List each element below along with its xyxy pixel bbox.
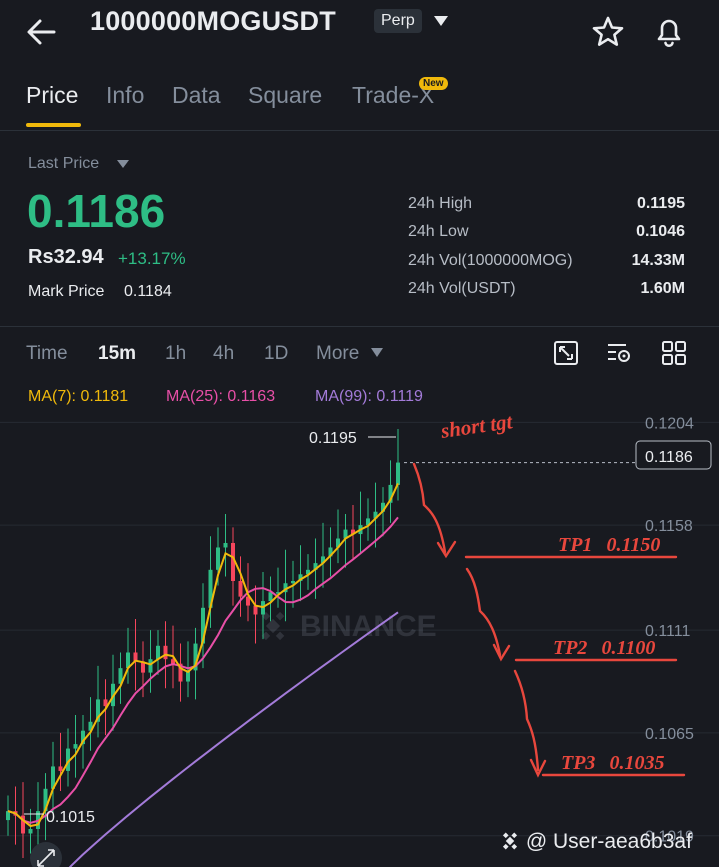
candle — [163, 645, 168, 660]
tab-price[interactable]: Price — [26, 82, 78, 109]
candle — [223, 543, 228, 548]
timeframe-1h[interactable]: 1h — [165, 343, 186, 365]
current-price-tag: 0.1186 — [635, 440, 712, 470]
stat-24h-vol-base-value: 14.33M — [631, 252, 685, 269]
timeframe-more[interactable]: More — [316, 343, 359, 365]
stat-24h-vol-base-label: 24h Vol(1000000MOG) — [408, 252, 573, 269]
candle — [253, 605, 258, 615]
binance-watermark-logo: BINANCE — [261, 610, 437, 643]
high-label: 0.1195 — [309, 430, 357, 447]
y-tick-label: 0.1065 — [645, 726, 694, 743]
tab-data[interactable]: Data — [172, 82, 221, 109]
divider — [0, 130, 719, 131]
caret-down-icon[interactable] — [117, 160, 129, 168]
candle — [291, 580, 295, 584]
candle — [148, 659, 153, 673]
ma25-line — [7, 516, 399, 824]
fiat-price: Rs32.94 — [28, 246, 104, 268]
tab-square[interactable]: Square — [248, 82, 322, 109]
chevron-down-icon[interactable] — [432, 14, 450, 28]
star-icon[interactable] — [590, 14, 626, 50]
layout-grid-icon[interactable] — [661, 340, 687, 366]
last-price: 0.1186 — [27, 185, 166, 237]
candle — [216, 547, 220, 570]
tab-info[interactable]: Info — [106, 82, 144, 109]
price-chart[interactable]: 0.12040.11580.11110.10650.1019 BINANCE 0… — [0, 400, 719, 867]
y-tick-label: 0.1158 — [645, 518, 693, 535]
bell-icon[interactable] — [650, 12, 688, 50]
change-percent: +13.17% — [118, 249, 186, 268]
expand-chart-icon[interactable] — [553, 340, 579, 366]
tp3-label: TP3 0.1035 — [561, 752, 664, 774]
user-watermark: @ User-aea6b3af — [500, 830, 692, 854]
timeframe-1d[interactable]: 1D — [264, 343, 288, 365]
candle — [238, 580, 243, 597]
stat-24h-low-value: 0.1046 — [636, 223, 685, 240]
mark-price-label: Mark Price — [28, 283, 105, 300]
stat-24h-high-label: 24h High — [408, 195, 473, 212]
divider — [0, 326, 719, 327]
binance-logo-icon — [500, 831, 520, 851]
stat-24h-high-value: 0.1195 — [636, 195, 685, 212]
new-badge: New — [419, 77, 448, 90]
active-tab-indicator — [26, 123, 81, 127]
ma99-line — [68, 611, 399, 867]
candle — [28, 829, 33, 834]
annotation-short-target: short tgt — [438, 409, 515, 443]
svg-text:0.1186: 0.1186 — [645, 449, 693, 466]
low-label: 0.1015 — [46, 809, 95, 826]
candle — [396, 462, 400, 485]
pair-title[interactable]: 1000000MOGUSDT — [90, 6, 336, 37]
expand-arrows-icon[interactable] — [30, 842, 62, 867]
last-price-label[interactable]: Last Price — [28, 155, 99, 173]
tp2-label: TP2 0.1100 — [553, 637, 655, 659]
watermark-text: BINANCE — [300, 610, 437, 643]
back-arrow-icon[interactable] — [22, 14, 62, 50]
timeframe-time[interactable]: Time — [26, 343, 68, 365]
tp1-label: TP1 0.1150 — [558, 534, 660, 556]
y-tick-label: 0.1204 — [645, 415, 694, 432]
annotation-arrows — [412, 462, 686, 778]
candle — [156, 645, 160, 660]
stat-24h-vol-quote-value: 1.60M — [640, 280, 685, 297]
stat-24h-vol-quote-label: 24h Vol(USDT) — [408, 280, 516, 297]
candle — [73, 744, 78, 749]
indicator-settings-icon[interactable] — [606, 340, 632, 366]
timeframe-4h[interactable]: 4h — [213, 343, 234, 365]
contract-type-badge: Perp — [374, 9, 422, 33]
timeframe-15m[interactable]: 15m — [98, 343, 136, 365]
candle — [58, 766, 63, 771]
stat-24h-low-label: 24h Low — [408, 223, 469, 240]
candle — [268, 592, 273, 602]
caret-down-icon[interactable] — [371, 348, 383, 357]
mark-price: 0.1184 — [124, 283, 172, 300]
